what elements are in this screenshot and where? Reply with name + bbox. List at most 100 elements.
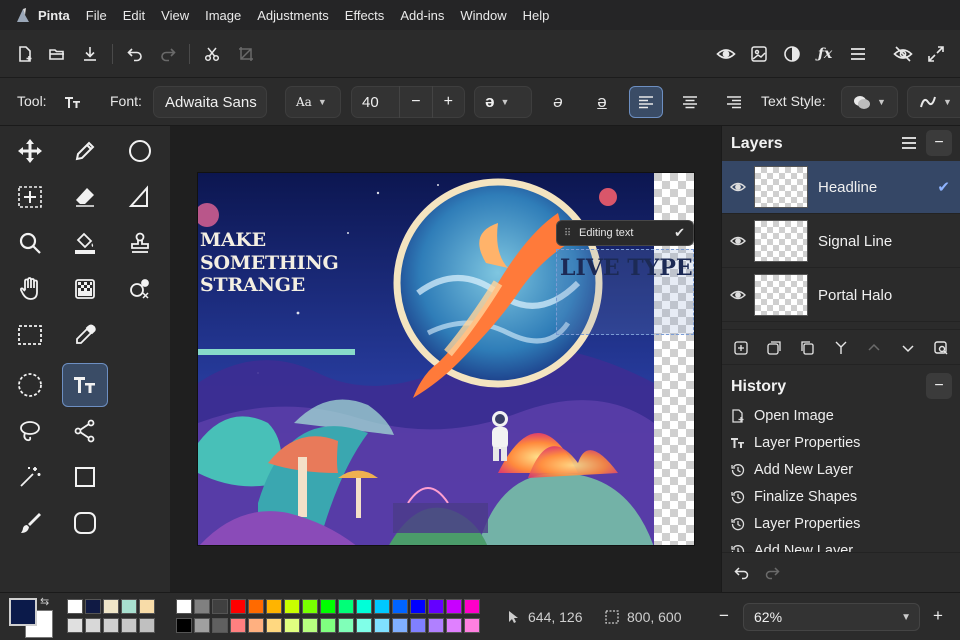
palette-swatch[interactable] <box>176 599 192 614</box>
move-layer-down-icon[interactable] <box>898 338 918 358</box>
layer-properties-icon[interactable] <box>931 338 951 358</box>
palette-swatch[interactable] <box>410 599 426 614</box>
line-curve-tool[interactable] <box>62 409 108 453</box>
move-selected-tool[interactable] <box>7 129 53 173</box>
menu-view[interactable]: View <box>153 8 197 23</box>
layer-visibility-eye-icon[interactable] <box>722 289 754 301</box>
duplicate-layer-icon[interactable] <box>764 338 784 358</box>
crop-icon[interactable] <box>232 40 260 68</box>
palette-swatch[interactable] <box>212 599 228 614</box>
new-image-icon[interactable] <box>11 40 39 68</box>
palette-swatch[interactable] <box>139 599 155 614</box>
gradient-tool[interactable] <box>62 267 108 311</box>
palette-swatch[interactable] <box>266 618 282 633</box>
bold-toggle-dropdown[interactable]: ə ▼ <box>474 86 532 118</box>
palette-swatch[interactable] <box>392 618 408 633</box>
menu-add-ins[interactable]: Add-ins <box>392 8 452 23</box>
palette-swatch[interactable] <box>464 599 480 614</box>
layers-menu-icon[interactable] <box>896 130 922 156</box>
palette-swatch[interactable] <box>302 618 318 633</box>
move-layer-up-icon[interactable] <box>864 338 884 358</box>
editing-text-content[interactable]: LIVE TYPE <box>560 255 693 281</box>
palette-swatch[interactable] <box>284 618 300 633</box>
contrast-icon[interactable] <box>778 40 806 68</box>
freeform-shape-tool[interactable] <box>117 175 163 219</box>
primary-color-swatch[interactable] <box>9 598 37 626</box>
layers-collapse-button[interactable]: − <box>926 130 952 156</box>
history-item[interactable]: Layer Properties <box>730 435 860 451</box>
palette-swatch[interactable] <box>428 599 444 614</box>
align-center-button[interactable] <box>673 86 707 118</box>
palette-swatch[interactable] <box>356 599 372 614</box>
palette-swatch[interactable] <box>230 618 246 633</box>
rectangle-tool[interactable] <box>62 455 108 499</box>
menu-window[interactable]: Window <box>452 8 514 23</box>
eye-icon[interactable] <box>712 40 740 68</box>
fullscreen-icon[interactable] <box>922 40 950 68</box>
image-icon[interactable] <box>745 40 773 68</box>
font-name-button[interactable]: Adwaita Sans <box>153 86 267 118</box>
font-size-increase-button[interactable]: + <box>433 93 464 111</box>
underline-button[interactable]: ə <box>585 86 619 118</box>
menu-help[interactable]: Help <box>515 8 558 23</box>
zoom-tool[interactable] <box>7 221 53 265</box>
paint-bucket-tool[interactable] <box>62 221 108 265</box>
add-layer-icon[interactable] <box>731 338 751 358</box>
palette-swatch[interactable] <box>103 618 119 633</box>
move-selection-tool[interactable] <box>7 175 53 219</box>
palette-swatch[interactable] <box>194 618 210 633</box>
palette-swatch[interactable] <box>85 618 101 633</box>
editing-text-popover[interactable]: ⠿ Editing text ✔ <box>556 220 694 246</box>
palette-swatch[interactable] <box>67 599 83 614</box>
history-item[interactable]: Add New Layer <box>730 462 853 478</box>
palette-swatch[interactable] <box>248 618 264 633</box>
palette-swatch[interactable] <box>428 618 444 633</box>
swap-colors-icon[interactable]: ⇆ <box>40 595 49 608</box>
palette-swatch[interactable] <box>230 599 246 614</box>
layer-row-portal-halo[interactable]: Portal Halo <box>722 269 960 322</box>
palette-swatch[interactable] <box>284 599 300 614</box>
rounded-rectangle-tool[interactable] <box>62 501 108 545</box>
palette-swatch[interactable] <box>212 618 228 633</box>
layer-visibility-eye-icon[interactable] <box>722 235 754 247</box>
zoom-out-button[interactable]: − <box>719 606 729 626</box>
ellipse-select-tool[interactable] <box>7 363 53 407</box>
palette-swatch[interactable] <box>248 599 264 614</box>
palette-swatch[interactable] <box>121 618 137 633</box>
undo-icon[interactable] <box>121 40 149 68</box>
font-style-dropdown[interactable]: Aa ▼ <box>285 86 341 118</box>
lasso-select-tool[interactable] <box>7 409 53 453</box>
palette-swatch[interactable] <box>266 599 282 614</box>
palette-swatch[interactable] <box>121 599 137 614</box>
antialias-dropdown[interactable]: ▼ <box>907 86 960 118</box>
palette-swatch[interactable] <box>85 599 101 614</box>
pencil-tool[interactable] <box>62 129 108 173</box>
palette-swatch[interactable] <box>374 599 390 614</box>
layer-row-headline[interactable]: Headline ✔ <box>722 161 960 214</box>
palette-swatch[interactable] <box>374 618 390 633</box>
palette-swatch[interactable] <box>338 599 354 614</box>
palette-swatch[interactable] <box>338 618 354 633</box>
eraser-tool[interactable] <box>62 175 108 219</box>
magic-wand-tool[interactable] <box>7 455 53 499</box>
font-size-stepper[interactable]: 40 − + <box>351 86 465 118</box>
history-item[interactable]: Add New Layer <box>730 543 853 552</box>
align-left-button[interactable] <box>629 86 663 118</box>
palette-swatch[interactable] <box>176 618 192 633</box>
layer-row-signal-line[interactable]: Signal Line <box>722 215 960 268</box>
menu-file[interactable]: File <box>78 8 115 23</box>
cut-icon[interactable] <box>198 40 226 68</box>
color-picker-tool[interactable] <box>62 313 108 357</box>
menu-effects[interactable]: Effects <box>337 8 393 23</box>
menu-adjustments[interactable]: Adjustments <box>249 8 337 23</box>
hide-icon[interactable] <box>889 40 917 68</box>
palette-swatch[interactable] <box>320 599 336 614</box>
palette-swatch[interactable] <box>320 618 336 633</box>
history-redo-icon[interactable] <box>762 563 782 583</box>
history-collapse-button[interactable]: − <box>926 373 952 399</box>
palette-swatch[interactable] <box>67 618 83 633</box>
palette-swatch[interactable] <box>356 618 372 633</box>
menu-edit[interactable]: Edit <box>115 8 153 23</box>
align-right-button[interactable] <box>717 86 751 118</box>
menu-image[interactable]: Image <box>197 8 249 23</box>
